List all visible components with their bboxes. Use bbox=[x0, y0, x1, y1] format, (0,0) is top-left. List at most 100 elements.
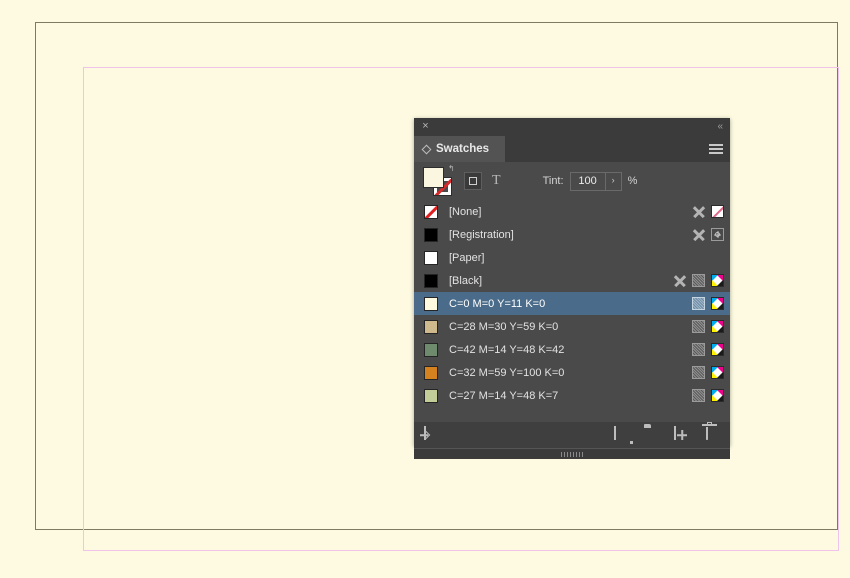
registration-center-dot bbox=[715, 232, 720, 237]
swatch-color-chip[interactable] bbox=[424, 227, 438, 242]
collapse-panel-icon[interactable]: « bbox=[717, 121, 722, 132]
cmyk-k-quadrant bbox=[717, 303, 723, 309]
swatch-row-icons bbox=[692, 228, 724, 241]
cmyk-k-quadrant bbox=[717, 280, 723, 286]
swatch-row[interactable]: C=0 M=0 Y=11 K=0 bbox=[414, 292, 730, 315]
swatch-color-chip[interactable] bbox=[424, 365, 438, 380]
tint-dropdown-icon[interactable]: › bbox=[604, 172, 621, 190]
tint-ramp-icon bbox=[692, 274, 705, 287]
color-group-icon bbox=[614, 426, 616, 440]
swatch-row-icons bbox=[692, 297, 724, 310]
grip-line bbox=[561, 451, 562, 457]
swatch-row-icons bbox=[692, 320, 724, 333]
swatch-row-icons bbox=[692, 389, 724, 402]
swatch-name-label: C=28 M=30 Y=59 K=0 bbox=[449, 320, 559, 333]
cmyk-icon bbox=[711, 297, 724, 310]
cmyk-k-quadrant bbox=[717, 349, 723, 355]
tab-swatches-label: Swatches bbox=[436, 143, 490, 155]
swatch-color-chip[interactable] bbox=[424, 319, 438, 334]
cmyk-icon bbox=[711, 366, 724, 379]
swatch-name-label: [Black] bbox=[449, 274, 483, 287]
cmyk-icon bbox=[711, 274, 724, 287]
plus-square-icon bbox=[674, 426, 676, 440]
tint-ramp-icon bbox=[692, 343, 705, 356]
tint-field-wrapper[interactable]: › bbox=[569, 171, 622, 191]
panel-menu-icon[interactable] bbox=[709, 144, 723, 155]
grip-line bbox=[573, 451, 574, 457]
none-swatch-icon bbox=[711, 205, 724, 218]
grip-line bbox=[576, 451, 577, 457]
swatch-row-icons bbox=[692, 205, 724, 218]
swatch-color-chip[interactable] bbox=[424, 342, 438, 357]
swatch-row[interactable]: [None] bbox=[414, 200, 730, 223]
cc-library-icon bbox=[424, 426, 426, 440]
pen-icon bbox=[692, 228, 705, 241]
swatch-color-chip[interactable] bbox=[424, 388, 438, 403]
tint-ramp-icon bbox=[692, 320, 705, 333]
fill-swatch[interactable] bbox=[423, 167, 444, 188]
swatch-color-chip[interactable] bbox=[424, 250, 438, 265]
grip-line bbox=[564, 451, 565, 457]
swatch-name-label: C=32 M=59 Y=100 K=0 bbox=[449, 366, 565, 379]
tab-diamond-icon bbox=[421, 144, 432, 154]
panel-footer[interactable] bbox=[414, 422, 730, 448]
container-icon bbox=[469, 177, 477, 185]
grip-line bbox=[567, 451, 568, 457]
swatch-color-chip[interactable] bbox=[424, 204, 438, 219]
swatch-row-icons bbox=[692, 343, 724, 356]
tint-ramp-icon bbox=[692, 389, 705, 402]
swatches-panel[interactable]: × « Swatches ↰ T Tint: 100 › % [None] [R… bbox=[414, 118, 730, 459]
swatch-row-icons bbox=[673, 274, 724, 287]
cmyk-k-quadrant bbox=[717, 395, 723, 401]
swatch-row[interactable]: C=28 M=30 Y=59 K=0 bbox=[414, 315, 730, 338]
close-icon[interactable]: × bbox=[420, 121, 431, 132]
tab-swatches[interactable]: Swatches bbox=[414, 136, 506, 162]
cmyk-icon bbox=[711, 389, 724, 402]
panel-resize-grip[interactable] bbox=[414, 448, 730, 459]
swatch-row[interactable]: [Black] bbox=[414, 269, 730, 292]
swatch-row-icons bbox=[692, 366, 724, 379]
formatting-affects-text-button[interactable]: T bbox=[492, 173, 501, 189]
grip-line bbox=[582, 451, 583, 457]
swatch-row[interactable]: C=42 M=14 Y=48 K=42 bbox=[414, 338, 730, 361]
new-swatch-button[interactable] bbox=[674, 426, 690, 443]
menu-line bbox=[709, 144, 723, 146]
new-folder-button[interactable] bbox=[644, 427, 660, 443]
swatch-color-chip[interactable] bbox=[424, 273, 438, 288]
formatting-affects-container-button[interactable] bbox=[464, 172, 482, 190]
swatch-row[interactable]: [Registration] bbox=[414, 223, 730, 246]
swatch-list[interactable]: [None] [Registration] [Paper] [Black] C=0 M=… bbox=[414, 200, 730, 422]
pen-icon bbox=[673, 274, 686, 287]
swatch-color-chip[interactable] bbox=[424, 296, 438, 311]
cmyk-icon bbox=[711, 320, 724, 333]
add-to-cc-library-button[interactable] bbox=[424, 426, 440, 443]
registration-target-icon bbox=[711, 228, 724, 241]
grip-line bbox=[579, 451, 580, 457]
cmyk-k-quadrant bbox=[717, 326, 723, 332]
tint-ramp-icon bbox=[692, 366, 705, 379]
swatch-name-label: [Paper] bbox=[449, 251, 485, 264]
menu-line bbox=[709, 148, 723, 150]
swatch-row[interactable]: C=27 M=14 Y=48 K=7 bbox=[414, 384, 730, 407]
swatch-row[interactable]: C=32 M=59 Y=100 K=0 bbox=[414, 361, 730, 384]
swatch-name-label: [None] bbox=[449, 205, 482, 218]
swap-fill-stroke-icon[interactable]: ↰ bbox=[448, 165, 456, 173]
tint-group[interactable]: Tint: › % bbox=[542, 171, 637, 191]
swatch-name-label: C=42 M=14 Y=48 K=42 bbox=[449, 343, 565, 356]
swatch-name-label: C=27 M=14 Y=48 K=7 bbox=[449, 389, 559, 402]
fill-stroke-proxy[interactable]: ↰ bbox=[422, 165, 456, 197]
swatch-options-bar[interactable]: ↰ T Tint: › % bbox=[414, 162, 730, 200]
panel-tabbar[interactable]: Swatches bbox=[414, 136, 730, 162]
trash-icon bbox=[706, 427, 708, 440]
tint-ramp-icon bbox=[692, 297, 705, 310]
tint-label: Tint: bbox=[542, 175, 564, 187]
delete-swatch-button[interactable] bbox=[704, 427, 720, 443]
new-color-group-button[interactable] bbox=[614, 426, 630, 443]
swatch-name-label: [Registration] bbox=[449, 228, 514, 241]
swatch-name-label: C=0 M=0 Y=11 K=0 bbox=[449, 297, 546, 310]
swatch-row[interactable]: [Paper] bbox=[414, 246, 730, 269]
panel-titlebar[interactable]: × « bbox=[414, 118, 730, 136]
cmyk-k-quadrant bbox=[717, 372, 723, 378]
tint-input[interactable] bbox=[570, 172, 605, 190]
grip-line bbox=[570, 451, 571, 457]
